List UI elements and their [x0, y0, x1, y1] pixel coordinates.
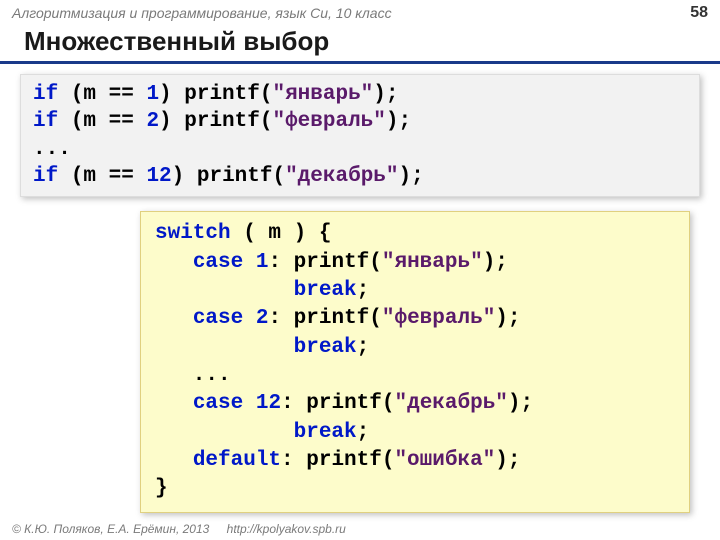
- ellipsis: ...: [33, 138, 71, 161]
- course-title: Алгоритмизация и программирование, язык …: [12, 5, 392, 21]
- kw-if: if: [33, 165, 58, 188]
- kw-break: break: [294, 421, 357, 444]
- kw-case: case: [193, 392, 243, 415]
- kw-break: break: [294, 279, 357, 302]
- kw-switch: switch: [155, 222, 231, 245]
- kw-case: case: [193, 251, 243, 274]
- kw-if: if: [33, 110, 58, 133]
- kw-case: case: [193, 307, 243, 330]
- kw-if: if: [33, 83, 58, 106]
- footer: © К.Ю. Поляков, Е.А. Ерёмин, 2013 http:/…: [12, 522, 346, 536]
- kw-default: default: [193, 449, 281, 472]
- footer-link: http://kpolyakov.spb.ru: [227, 522, 346, 536]
- code-if-chain: if (m == 1) printf("январь"); if (m == 2…: [20, 74, 700, 197]
- header-bar: Алгоритмизация и программирование, язык …: [0, 0, 720, 24]
- ellipsis: ...: [155, 364, 231, 387]
- code-switch: switch ( m ) { case 1: printf("январь");…: [140, 211, 690, 512]
- copyright: © К.Ю. Поляков, Е.А. Ерёмин, 2013: [12, 522, 209, 536]
- slide-title: Множественный выбор: [0, 24, 720, 64]
- kw-break: break: [294, 336, 357, 359]
- page-number: 58: [690, 4, 708, 22]
